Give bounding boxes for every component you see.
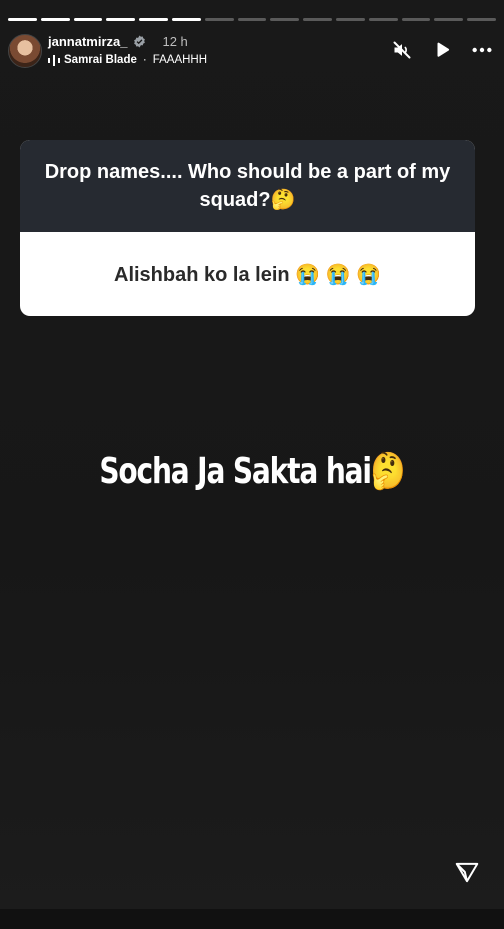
play-icon bbox=[437, 42, 450, 57]
progress-segment bbox=[237, 18, 267, 21]
progress-fill bbox=[73, 18, 103, 21]
verified-badge-icon bbox=[134, 35, 146, 48]
progress-segment bbox=[368, 18, 398, 21]
more-options-button[interactable] bbox=[470, 38, 494, 62]
story-header: jannatmirza_ 12 h Samrai Blade · FAAAHHH bbox=[8, 32, 496, 72]
header-controls bbox=[390, 38, 494, 62]
muted-speaker-icon bbox=[393, 41, 411, 59]
progress-fill bbox=[171, 18, 201, 21]
avatar[interactable] bbox=[8, 34, 42, 68]
progress-segment bbox=[139, 18, 168, 21]
more-icon bbox=[472, 47, 492, 53]
username-row: jannatmirza_ 12 h bbox=[48, 34, 188, 49]
story-viewer[interactable]: jannatmirza_ 12 h Samrai Blade · FAAAHHH bbox=[0, 0, 504, 929]
play-button[interactable] bbox=[430, 38, 454, 62]
progress-segment bbox=[270, 18, 300, 21]
progress-segment bbox=[40, 18, 70, 21]
question-sticker[interactable]: Drop names.... Who should be a part of m… bbox=[20, 140, 475, 316]
progress-segment bbox=[401, 18, 431, 21]
story-overlay-text: Socha Ja Sakta hai🤔 bbox=[99, 451, 406, 492]
music-title: FAAAHHH bbox=[152, 54, 208, 66]
soundwave-icon bbox=[48, 54, 60, 66]
username[interactable]: jannatmirza_ bbox=[48, 34, 127, 49]
progress-segment bbox=[204, 18, 234, 21]
story-progress-bar bbox=[8, 18, 496, 21]
question-answer: Alishbah ko la lein 😭 😭 😭 bbox=[114, 263, 381, 286]
progress-fill bbox=[8, 18, 37, 21]
question-prompt: Drop names.... Who should be a part of m… bbox=[20, 140, 475, 232]
progress-segment bbox=[106, 18, 136, 21]
separator-dot: · bbox=[142, 54, 147, 66]
post-time: 12 h bbox=[162, 34, 188, 49]
progress-segment bbox=[171, 18, 201, 21]
progress-segment bbox=[434, 18, 464, 21]
bottom-bar bbox=[0, 909, 504, 929]
progress-segment bbox=[467, 18, 496, 21]
progress-segment bbox=[303, 18, 332, 21]
music-artist: Samrai Blade bbox=[64, 54, 137, 66]
progress-segment bbox=[73, 18, 103, 21]
share-icon[interactable] bbox=[454, 859, 480, 885]
mute-button[interactable] bbox=[390, 38, 414, 62]
progress-segment bbox=[335, 18, 365, 21]
progress-fill bbox=[106, 18, 136, 21]
progress-fill bbox=[40, 18, 70, 21]
music-attribution[interactable]: Samrai Blade · FAAAHHH bbox=[48, 54, 207, 66]
progress-segment bbox=[8, 18, 37, 21]
progress-fill bbox=[139, 18, 168, 21]
